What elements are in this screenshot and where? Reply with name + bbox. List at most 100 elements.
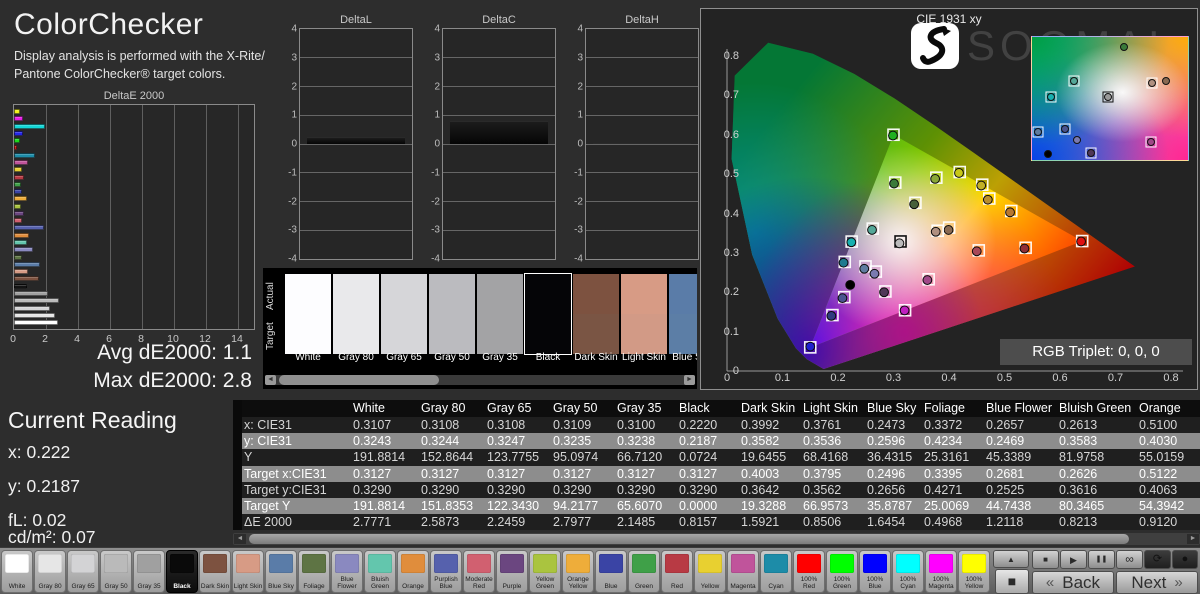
swatch-target	[285, 314, 331, 354]
cell: Gray 50	[551, 400, 615, 417]
patch-tile-black[interactable]: Black	[166, 550, 198, 593]
patch-tile-foliage[interactable]: Foliage	[298, 550, 330, 593]
patch-tile-swatch	[236, 554, 260, 573]
current-patch-button[interactable]: ■	[995, 569, 1029, 594]
record-button[interactable]: ●	[1172, 550, 1198, 569]
cie-y-label: 0	[732, 365, 739, 377]
patch-tile-magenta[interactable]: Magenta	[727, 550, 759, 593]
cell: 0.2473	[865, 417, 922, 434]
deltae-bar-yellow-green	[14, 203, 22, 209]
table-scroll-left-icon[interactable]: ◄	[234, 534, 246, 544]
eject-button[interactable]: ▲	[993, 550, 1029, 568]
refresh-button[interactable]: ⟳	[1144, 550, 1171, 569]
patch-tile-white[interactable]: White	[1, 550, 33, 593]
stop-button[interactable]: ■	[1032, 550, 1059, 569]
y-tick-label: 2	[434, 81, 440, 92]
cell: 0.2657	[984, 417, 1057, 434]
grid-line	[300, 229, 412, 231]
cell: 0.2656	[865, 481, 922, 498]
pause-button[interactable]: ❚❚	[1088, 550, 1115, 569]
patch-tile-label: Blue Sky	[268, 583, 294, 591]
cell: 66.7120	[615, 449, 677, 466]
cell: 2.7771	[351, 514, 419, 531]
swatch-scrollbar[interactable]: ◄ ►	[265, 375, 695, 385]
patch-tile-purplish-blue[interactable]: Purplish Blue	[430, 550, 462, 593]
patch-tile-100-magenta[interactable]: 100% Magenta	[925, 550, 957, 593]
cell: 0.3583	[1057, 433, 1137, 450]
patch-tile-swatch	[797, 554, 821, 573]
chart-title: DeltaC	[482, 14, 516, 26]
patch-tile-purple[interactable]: Purple	[496, 550, 528, 593]
back-button[interactable]: « Back	[1032, 571, 1114, 594]
grid-line	[443, 229, 555, 231]
cell: 0.3536	[801, 433, 865, 450]
loop-button[interactable]: ∞	[1116, 550, 1143, 569]
swatch-scroll-left-icon[interactable]: ◄	[265, 375, 276, 385]
patch-tile-label: Yellow Green	[535, 576, 555, 591]
cell: 25.3161	[922, 449, 984, 466]
patch-tile-label: Gray 65	[71, 583, 95, 591]
patch-tile-gray-50[interactable]: Gray 50	[100, 550, 132, 593]
cell: 0.3127	[551, 465, 615, 482]
cell: 122.3430	[485, 498, 551, 515]
table-scroll-thumb[interactable]	[249, 534, 1129, 544]
patch-tile-swatch	[698, 554, 722, 573]
patch-tile-bluish-green[interactable]: Bluish Green	[364, 550, 396, 593]
patch-tile-red[interactable]: Red	[661, 550, 693, 593]
swatch-black	[524, 273, 572, 355]
patch-tile-label: Yellow	[700, 583, 720, 591]
row-label: x: CIE31	[242, 417, 351, 434]
cie-measured-white	[894, 238, 905, 249]
patch-tile-gray-80[interactable]: Gray 80	[34, 550, 66, 593]
patch-tile-swatch	[401, 554, 425, 573]
patch-tile-yellow-green[interactable]: Yellow Green	[529, 550, 561, 593]
patch-tile-100-cyan[interactable]: 100% Cyan	[892, 550, 924, 593]
patch-tile-moderate-red[interactable]: Moderate Red	[463, 550, 495, 593]
patch-tile-cyan[interactable]: Cyan	[760, 550, 792, 593]
patch-tile-yellow[interactable]: Yellow	[694, 550, 726, 593]
cell: 0.3127	[615, 465, 677, 482]
patch-tile-100-blue[interactable]: 100% Blue	[859, 550, 891, 593]
deltae-bar-white	[14, 320, 59, 326]
patch-tile-label: Foliage	[303, 583, 325, 591]
deltae-chart	[13, 104, 255, 330]
patch-tile-100-red[interactable]: 100% Red	[793, 550, 825, 593]
patch-tile-swatch	[896, 554, 920, 573]
delta-bar	[306, 136, 406, 144]
cell: 0.2613	[1057, 417, 1137, 434]
table-scroll-right-icon[interactable]: ►	[1187, 534, 1199, 544]
cell: 0.5122	[1137, 465, 1200, 482]
swatch-label: Light Skin	[622, 352, 666, 363]
deltae-bar-100-blue	[14, 130, 23, 136]
patch-tile-light-skin[interactable]: Light Skin	[232, 550, 264, 593]
patch-tile-label: Purplish Blue	[434, 576, 458, 591]
patch-tile-label: Green	[634, 583, 654, 591]
inset-measured-dot	[1162, 77, 1171, 86]
patch-tile-blue-flower[interactable]: Blue Flower	[331, 550, 363, 593]
patch-tile-dark-skin[interactable]: Dark Skin	[199, 550, 231, 593]
cie-measured-moderate-red	[971, 246, 982, 257]
patch-tile-100-yellow[interactable]: 100% Yellow	[958, 550, 990, 593]
patch-tile-orange-yellow[interactable]: Orange Yellow	[562, 550, 594, 593]
stop-icon: ■	[1043, 555, 1048, 564]
colorchecker-app: { "header": { "title": "ColorChecker", "…	[0, 0, 1200, 594]
swatch-dark-skin	[573, 274, 619, 354]
cell: 0.3108	[419, 417, 485, 434]
swatch-scroll-right-icon[interactable]: ►	[684, 375, 695, 385]
reading-x: x: 0.222	[8, 442, 71, 462]
cell: 0.4234	[922, 433, 984, 450]
swatch-scroll-thumb[interactable]	[279, 375, 439, 385]
patch-tile-gray-35[interactable]: Gray 35	[133, 550, 165, 593]
table-scrollbar[interactable]: ◄ ►	[233, 533, 1200, 545]
patch-tile-label: 100% Yellow	[964, 576, 984, 591]
play-button[interactable]: ▶	[1060, 550, 1087, 569]
patch-tile-blue-sky[interactable]: Blue Sky	[265, 550, 297, 593]
next-button[interactable]: Next »	[1116, 571, 1198, 594]
patch-tile-orange[interactable]: Orange	[397, 550, 429, 593]
patch-tile-blue[interactable]: Blue	[595, 550, 627, 593]
patch-tile-green[interactable]: Green	[628, 550, 660, 593]
swatch-actual	[429, 274, 475, 314]
patch-tile-gray-65[interactable]: Gray 65	[67, 550, 99, 593]
patch-tile-100-green[interactable]: 100% Green	[826, 550, 858, 593]
cell: 0.3108	[485, 417, 551, 434]
